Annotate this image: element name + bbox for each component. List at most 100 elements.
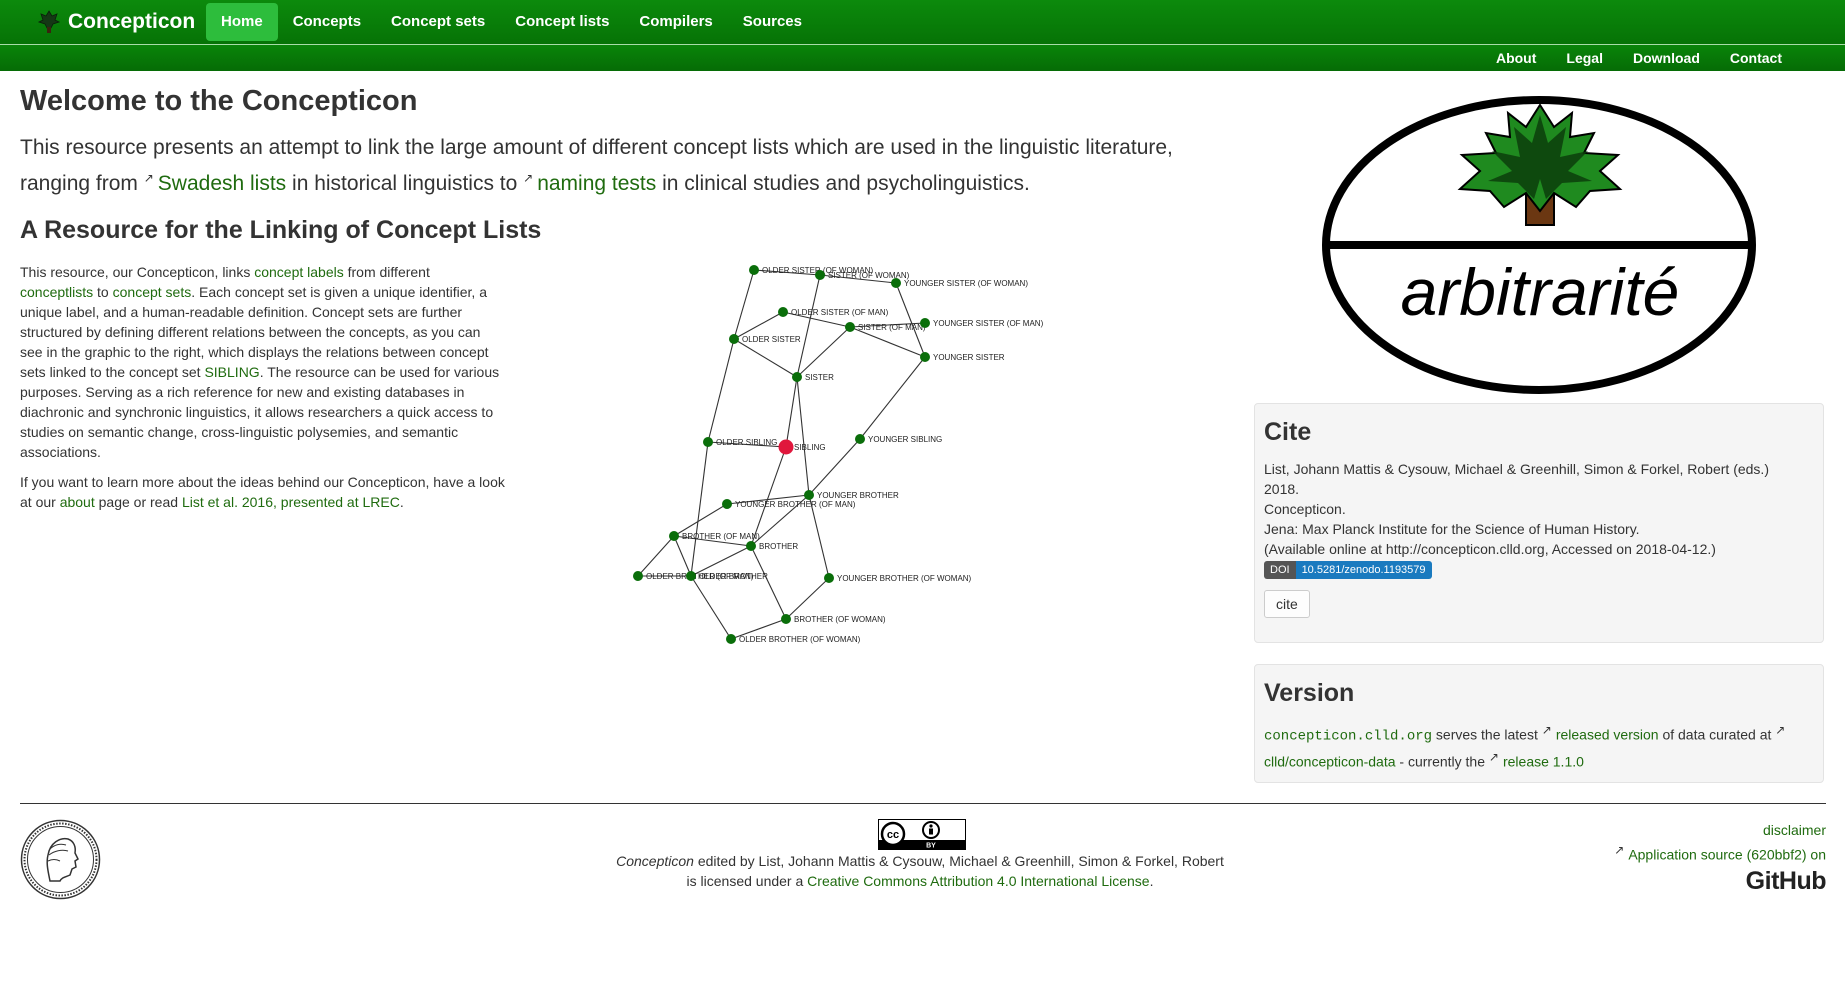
graph-node-ys[interactable]: YOUNGER SISTER (920, 352, 1005, 362)
graph-node-label: OLDER BROTHER (OF WOMAN) (739, 635, 861, 644)
graph-node-marker[interactable] (778, 439, 794, 455)
nav-concept-lists[interactable]: Concept lists (500, 3, 624, 41)
graph-node-marker[interactable] (726, 634, 736, 644)
graph-nodes: OLDER SISTER (OF WOMAN)SISTER (OF WOMAN)… (633, 265, 1044, 644)
released-version-link[interactable]: released version (1556, 727, 1659, 743)
graph-edge (707, 338, 735, 443)
concept-relations-graph[interactable]: OLDER SISTER (OF WOMAN)SISTER (OF WOMAN)… (600, 255, 1100, 720)
graph-node-marker[interactable] (669, 531, 679, 541)
graph-node-label: OLDER SISTER (742, 335, 801, 344)
graph-node-ybw[interactable]: YOUNGER BROTHER (OF WOMAN) (824, 573, 972, 583)
graph-node-label: YOUNGER BROTHER (817, 491, 899, 500)
graph-node-osm[interactable]: OLDER SISTER (OF MAN) (778, 307, 889, 317)
para1-text-2: from different (347, 264, 430, 280)
tree-logo-icon (38, 10, 60, 33)
intro-text-2: in historical linguistics to (292, 172, 518, 195)
nav-concepts[interactable]: Concepts (278, 3, 376, 41)
graph-node-marker[interactable] (891, 278, 901, 288)
graph-node-ysw[interactable]: YOUNGER SISTER (OF WOMAN) (891, 278, 1028, 288)
app-source-link[interactable]: Application source (620bbf2) on (1628, 847, 1826, 863)
concept-sets-link[interactable]: concept sets (113, 284, 192, 300)
graph-node-marker[interactable] (792, 372, 802, 382)
cc-by-license-icon[interactable]: cc BY (878, 819, 966, 850)
citation-text: List, Johann Mattis & Cysouw, Michael & … (1264, 459, 1814, 559)
naming-tests-link[interactable]: naming tests (537, 172, 656, 195)
graph-node-sm[interactable]: SISTER (OF MAN) (845, 322, 926, 332)
site-link[interactable]: concepticon.clld.org (1264, 729, 1432, 745)
graph-node-marker[interactable] (815, 270, 825, 280)
graph-node-label: BROTHER (OF WOMAN) (794, 615, 886, 624)
para2-text-3: . (399, 494, 404, 510)
paragraph-2: If you want to learn more about the idea… (20, 472, 505, 512)
graph-node-marker[interactable] (920, 318, 930, 328)
concept-labels-link[interactable]: concept labels (254, 264, 344, 280)
graph-node-obw[interactable]: OLDER BROTHER (OF WOMAN) (726, 634, 861, 644)
graph-node-br[interactable]: BROTHER (746, 541, 798, 551)
nav-legal[interactable]: Legal (1551, 45, 1618, 71)
nav-about[interactable]: About (1481, 45, 1551, 71)
graph-edge (796, 274, 821, 378)
external-link-icon: ↗ (143, 171, 154, 185)
disclaimer-link[interactable]: disclaimer (1763, 822, 1826, 838)
graph-node-ybm[interactable]: YOUNGER BROTHER (OF MAN) (722, 499, 856, 509)
lrec-paper-link[interactable]: List et al. 2016, presented at LREC (182, 494, 400, 510)
version-title: Version (1264, 679, 1355, 707)
graph-node-marker[interactable] (845, 322, 855, 332)
graph-node-label: SISTER (OF MAN) (858, 323, 926, 332)
cc-by-label: BY (926, 843, 936, 850)
github-logo[interactable]: GitHub (1614, 865, 1827, 897)
graph-node-marker[interactable] (729, 334, 739, 344)
graph-node-marker[interactable] (804, 490, 814, 500)
graph-node-yb[interactable]: YOUNGER BROTHER (804, 490, 899, 500)
license-text-2: is licensed under a (686, 873, 804, 889)
graph-node-label: YOUNGER BROTHER (OF MAN) (735, 500, 856, 509)
graph-node-marker[interactable] (749, 265, 759, 275)
swadesh-lists-link[interactable]: Swadesh lists (158, 172, 286, 195)
graph-node-sis[interactable]: SISTER (792, 372, 834, 382)
nav-sources[interactable]: Sources (728, 3, 817, 41)
nav-download[interactable]: Download (1618, 45, 1715, 71)
graph-node-bw[interactable]: BROTHER (OF WOMAN) (781, 614, 886, 624)
graph-edge (796, 376, 810, 496)
nav-contact[interactable]: Contact (1715, 45, 1797, 71)
graph-node-ob[interactable]: OLDER BROTHER (686, 571, 768, 581)
release-link[interactable]: release 1.1.0 (1503, 753, 1584, 769)
graph-node-marker[interactable] (722, 499, 732, 509)
graph-node-marker[interactable] (781, 614, 791, 624)
graph-node-bm[interactable]: BROTHER (OF MAN) (669, 531, 760, 541)
graph-node-sib[interactable]: SIBLING (778, 439, 826, 455)
cc-license-link[interactable]: Creative Commons Attribution 4.0 Interna… (807, 873, 1149, 889)
graph-edge (785, 376, 798, 448)
graph-node-ysm[interactable]: YOUNGER SISTER (OF MAN) (920, 318, 1044, 328)
graph-node-marker[interactable] (778, 307, 788, 317)
graph-node-marker[interactable] (633, 571, 643, 581)
logo-text: arbitrarité (1401, 255, 1680, 329)
graph-node-label: YOUNGER SISTER (OF WOMAN) (904, 279, 1028, 288)
license-text: Concepticon edited by List, Johann Matti… (560, 851, 1280, 891)
graph-node-marker[interactable] (855, 434, 865, 444)
nav-concept-sets[interactable]: Concept sets (376, 3, 500, 41)
graph-node-label: BROTHER (OF MAN) (682, 532, 760, 541)
nav-compilers[interactable]: Compilers (624, 3, 727, 41)
data-repo-link[interactable]: clld/concepticon-data (1264, 753, 1396, 769)
sibling-link[interactable]: SIBLING (204, 364, 259, 380)
top-navbar: Concepticon Home Concepts Concept sets C… (0, 0, 1845, 44)
graph-node-marker[interactable] (824, 573, 834, 583)
about-link[interactable]: about (60, 494, 95, 510)
max-planck-logo[interactable] (20, 819, 101, 900)
doi-badge[interactable]: DOI 10.5281/zenodo.1193579 (1264, 561, 1432, 579)
version-text-1: serves the latest (1435, 726, 1538, 743)
brand-link[interactable]: Concepticon (38, 0, 195, 44)
conceptlists-link[interactable]: conceptlists (20, 284, 93, 300)
graph-node-marker[interactable] (920, 352, 930, 362)
cite-button[interactable]: cite (1264, 590, 1310, 618)
nav-home[interactable]: Home (206, 3, 278, 41)
graph-node-ysib[interactable]: YOUNGER SIBLING (855, 434, 942, 444)
graph-node-marker[interactable] (686, 571, 696, 581)
doi-label: DOI (1264, 561, 1296, 579)
graph-node-label: OLDER SISTER (OF MAN) (791, 308, 889, 317)
version-text: concepticon.clld.org serves the latest ↗… (1264, 720, 1814, 771)
intro-text-3: in clinical studies and psycholinguistic… (662, 172, 1030, 195)
graph-node-marker[interactable] (703, 437, 713, 447)
graph-node-marker[interactable] (746, 541, 756, 551)
